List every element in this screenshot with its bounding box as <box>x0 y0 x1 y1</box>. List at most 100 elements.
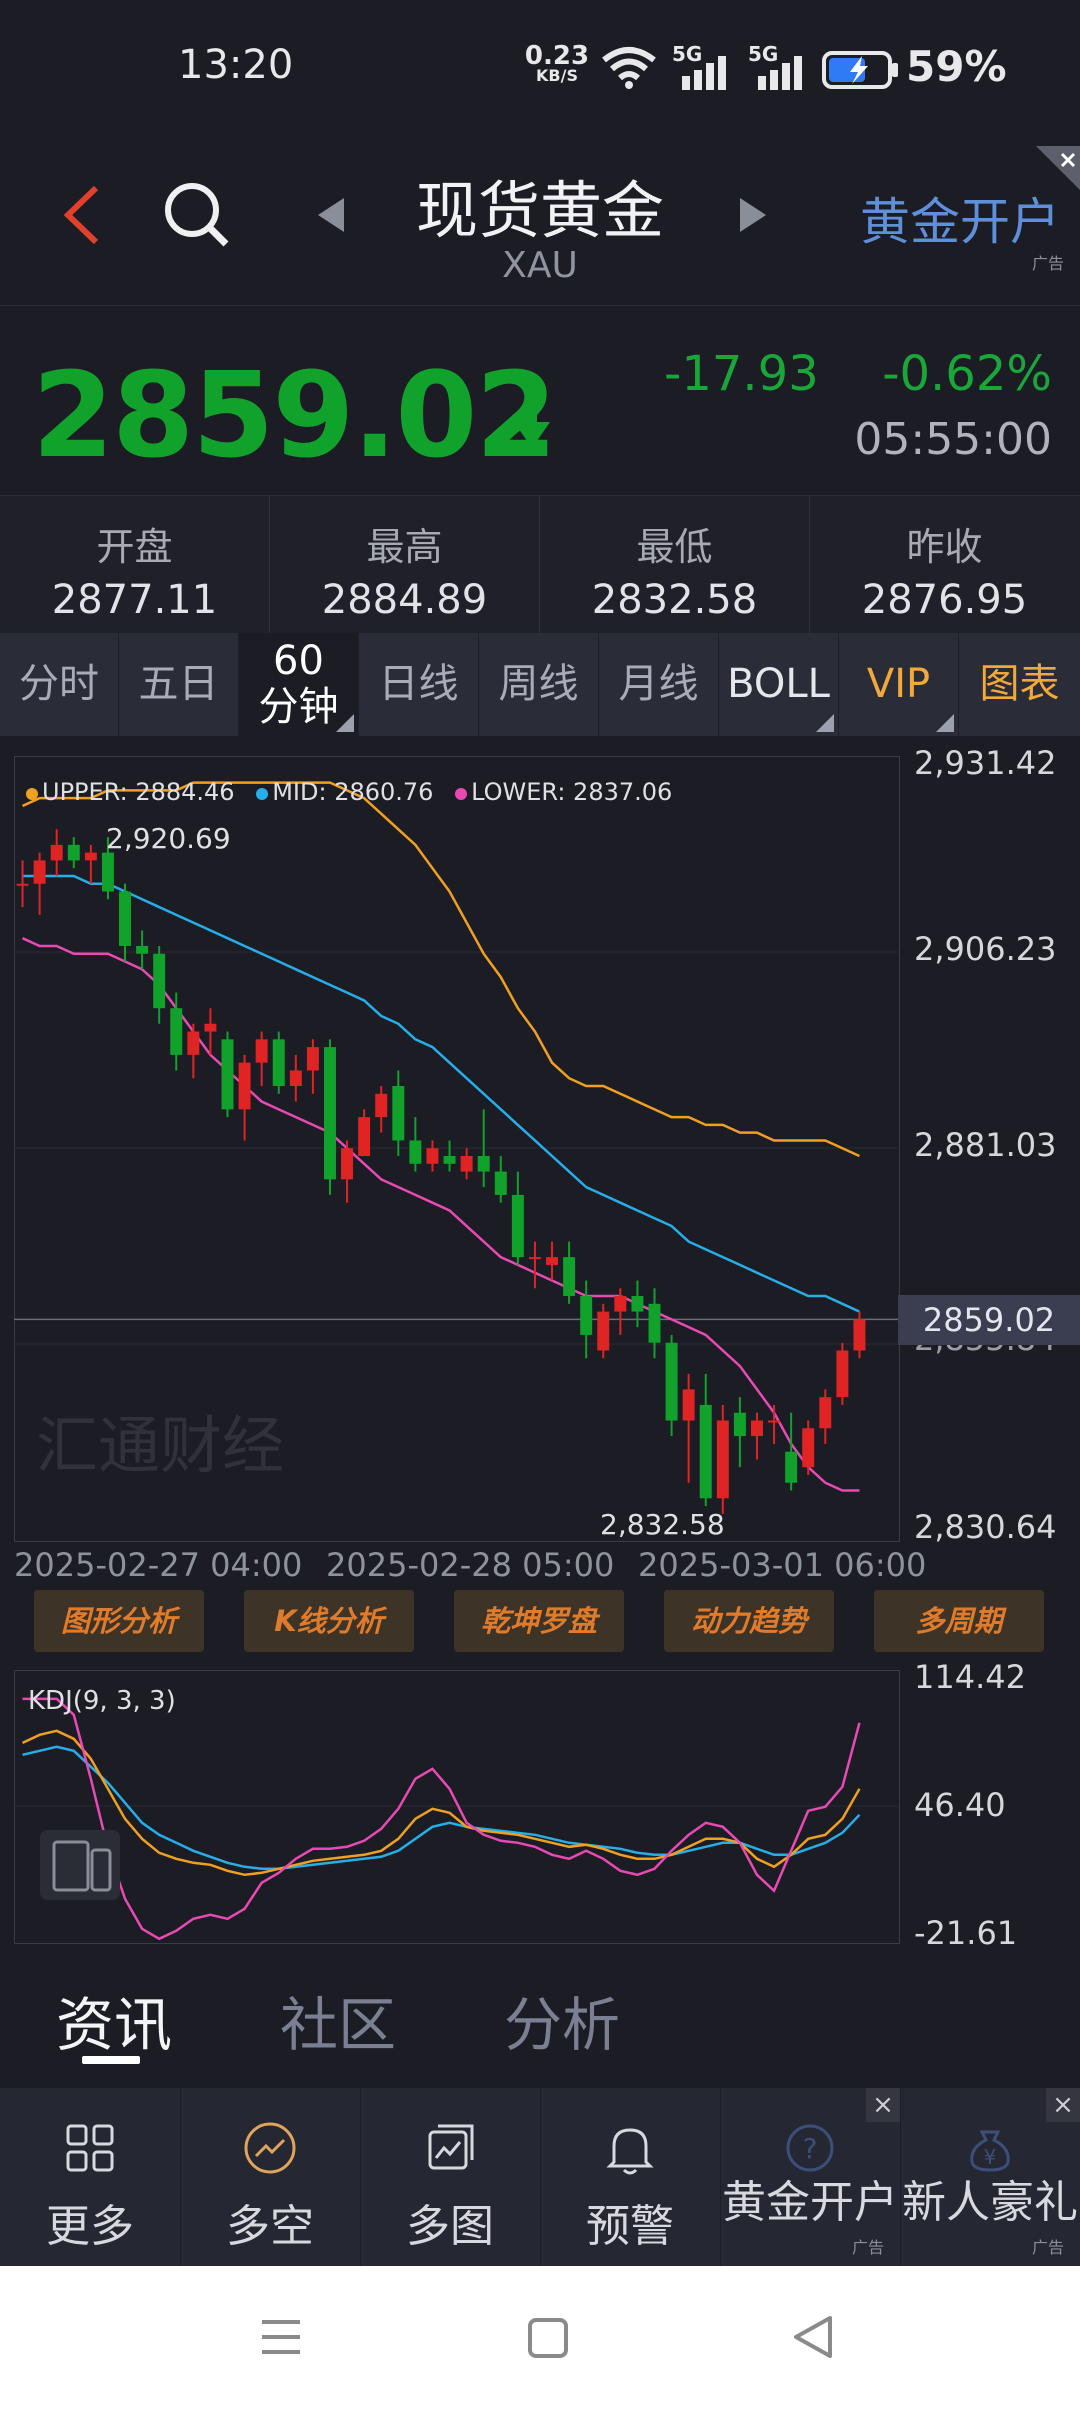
candle-body <box>426 1148 439 1164</box>
candle-body <box>67 844 80 861</box>
battery-icon <box>822 51 898 89</box>
back-icon[interactable] <box>790 2314 836 2360</box>
long-short-button[interactable]: 多空 <box>180 2088 361 2266</box>
y-tick: 2,931.42 <box>914 744 1057 782</box>
home-icon[interactable] <box>526 2316 570 2360</box>
kdj-y-tick: 46.40 <box>914 1786 1006 1824</box>
candle-body <box>733 1412 746 1437</box>
x-tick: 2025-03-01 06:00 <box>638 1546 927 1584</box>
tab-60min[interactable]: 60分钟 <box>239 633 359 736</box>
kdj-label: KDJ(9, 3, 3) <box>28 1686 176 1716</box>
candlestick-plot <box>14 781 898 1514</box>
stat-low: 最低 2832.58 <box>540 496 810 634</box>
candle-body <box>665 1342 678 1421</box>
multi-chart-button[interactable]: 多图 <box>360 2088 541 2266</box>
close-ad-icon[interactable] <box>1036 146 1080 190</box>
stat-high: 最高 2884.89 <box>270 496 540 634</box>
kdj-j-line <box>22 1697 861 1941</box>
down-arrow-icon <box>514 390 550 448</box>
tab-analysis[interactable]: 分析 <box>504 1978 620 2062</box>
y-tick: 2,830.64 <box>914 1508 1057 1546</box>
signal-icon <box>682 56 726 90</box>
tool-pattern-analysis[interactable]: 图形分析 <box>34 1590 204 1652</box>
candle-body <box>785 1451 798 1483</box>
candle-body <box>768 1420 781 1423</box>
candle-body <box>682 1389 695 1421</box>
menu-icon[interactable] <box>258 2314 304 2360</box>
tool-kline-analysis[interactable]: K线分析 <box>244 1590 414 1652</box>
candle-body <box>272 1039 285 1086</box>
trend-icon <box>244 2122 296 2174</box>
candle-body <box>528 1257 541 1260</box>
close-ad-icon[interactable]: × <box>866 2088 900 2122</box>
new-user-gift-ad-button[interactable]: ¥ 新人豪礼 广告 × <box>900 2088 1080 2266</box>
tab-vip[interactable]: VIP <box>839 633 959 736</box>
open-account-ad-button[interactable]: ? 黄金开户 广告 × <box>720 2088 901 2266</box>
active-tab-indicator <box>82 2056 140 2064</box>
candle-body <box>324 1047 336 1180</box>
candle-body <box>238 1062 251 1110</box>
tab-chart-settings[interactable]: 图表 <box>959 633 1080 736</box>
dropdown-corner-icon <box>336 714 354 732</box>
quote-time: 05:55:00 <box>854 414 1052 465</box>
boll-legend: UPPER: 2884.46 MID: 2860.76 LOWER: 2837.… <box>26 778 672 806</box>
close-ad-icon[interactable]: × <box>1046 2088 1080 2122</box>
tab-timeshare[interactable]: 分时 <box>0 633 119 736</box>
candle-body <box>597 1311 610 1351</box>
low-marker: 2,832.58 <box>600 1508 725 1541</box>
bottom-action-bar: 更多 多空 多图 预警 ? 黄金开户 广告 × ¥ 新人豪礼 广告 × <box>0 2088 1080 2266</box>
tool-momentum[interactable]: 动力趋势 <box>664 1590 834 1652</box>
candle-body <box>221 1039 234 1110</box>
tab-boll[interactable]: BOLL <box>719 633 839 736</box>
candle-body <box>101 852 114 892</box>
price-change-pct: -0.62% <box>882 346 1052 402</box>
candle-body <box>153 953 166 1009</box>
y-tick: 2,906.23 <box>914 930 1057 968</box>
next-symbol-icon[interactable] <box>736 196 770 234</box>
candle-body <box>204 1023 217 1032</box>
tab-news[interactable]: 资讯 <box>56 1978 172 2062</box>
candle-body <box>546 1257 558 1265</box>
candle-body <box>802 1428 815 1468</box>
tab-weekly[interactable]: 周线 <box>479 633 599 736</box>
mid-dot-icon <box>256 788 269 800</box>
x-tick: 2025-02-28 05:00 <box>326 1546 615 1584</box>
battery-level: 59% <box>906 42 1007 91</box>
period-tabs: 分时 五日 60分钟 日线 周线 月线 BOLL VIP 图表 <box>0 633 1080 736</box>
net-speed: 0.23 KB/S <box>524 41 590 85</box>
candle-body <box>443 1156 456 1164</box>
grid-icon <box>66 2124 114 2172</box>
ad-label: 广告 <box>1031 254 1064 273</box>
candle-body <box>255 1039 268 1063</box>
candle-body <box>751 1420 763 1437</box>
tool-multi-period[interactable]: 多周期 <box>874 1590 1044 1652</box>
tool-compass[interactable]: 乾坤罗盘 <box>454 1590 624 1652</box>
svg-text:?: ? <box>803 2132 818 2165</box>
promo-open-account[interactable]: 黄金开户 <box>860 182 1060 254</box>
tab-daily[interactable]: 日线 <box>359 633 479 736</box>
kdj-d-line <box>22 1745 861 1871</box>
tab-community[interactable]: 社区 <box>280 1978 396 2062</box>
candle-body <box>648 1303 661 1343</box>
kdj-y-tick: -21.61 <box>914 1914 1018 1952</box>
candle-body <box>699 1404 712 1499</box>
candle-body <box>170 1008 183 1055</box>
landscape-toggle-icon[interactable] <box>40 1830 120 1900</box>
signal-icon <box>758 56 802 90</box>
tab-five-day[interactable]: 五日 <box>119 633 239 736</box>
tab-monthly[interactable]: 月线 <box>599 633 719 736</box>
candle-body <box>614 1296 627 1312</box>
last-price: 2859.02 <box>32 346 557 484</box>
status-time: 13:20 <box>178 42 294 88</box>
candle-body <box>580 1296 593 1335</box>
candle-body <box>460 1156 473 1172</box>
candle-body <box>563 1257 576 1297</box>
ohlc-stats: 开盘 2877.11 最高 2884.89 最低 2832.58 昨收 2876… <box>0 495 1080 634</box>
status-bar: 13:20 0.23 KB/S 5G 5G 59% <box>0 0 1080 130</box>
alert-button[interactable]: 预警 <box>540 2088 721 2266</box>
candle-body <box>853 1319 866 1351</box>
more-button[interactable]: 更多 <box>0 2088 181 2266</box>
high-marker: 2,920.69 <box>106 822 231 855</box>
candle-body <box>477 1156 490 1172</box>
candle-body <box>392 1085 405 1141</box>
